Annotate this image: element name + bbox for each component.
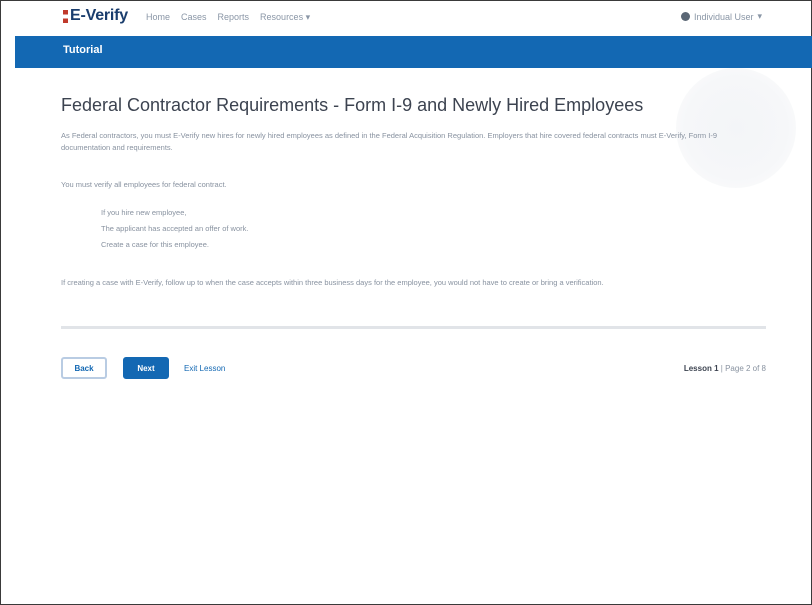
chevron-down-icon: ▾ — [757, 11, 762, 21]
requirement-paragraph: You must verify all employees for federa… — [61, 180, 227, 189]
back-button[interactable]: Back — [61, 357, 107, 379]
nav-item-resources-label: Resources — [260, 12, 304, 22]
user-menu-label: Individual User — [693, 11, 754, 22]
list-item: If you hire new employee, — [101, 208, 187, 217]
main-nav: Home Cases Reports Resources ▾ — [146, 12, 310, 23]
page-banner: Tutorial — [15, 36, 812, 68]
list-item: The applicant has accepted an offer of w… — [101, 224, 249, 233]
page-label: Page 2 of 8 — [725, 364, 766, 373]
seal-watermark — [676, 68, 796, 188]
page-title: Federal Contractor Requirements - Form I… — [61, 95, 644, 115]
banner-title: Tutorial — [63, 44, 103, 56]
logo-text: E-Verify — [70, 7, 128, 24]
user-menu[interactable]: Individual User ▾ — [680, 11, 762, 22]
list-item: Create a case for this employee. — [101, 240, 209, 249]
page-indicator: Lesson 1 | Page 2 of 8 — [684, 364, 766, 373]
next-button[interactable]: Next — [123, 357, 169, 379]
top-navigation: E-Verify Home Cases Reports Resources ▾ … — [0, 0, 812, 32]
divider — [61, 326, 766, 329]
nav-item-reports[interactable]: Reports — [218, 12, 250, 23]
nav-item-resources[interactable]: Resources ▾ — [260, 12, 310, 23]
exit-lesson-link[interactable]: Exit Lesson — [184, 364, 225, 373]
flag-icon — [63, 9, 68, 23]
lesson-label: Lesson 1 — [683, 364, 719, 373]
nav-item-home[interactable]: Home — [146, 12, 170, 23]
followup-paragraph: If creating a case with E-Verify, follow… — [61, 278, 604, 287]
intro-paragraph: As Federal contractors, you must E-Verif… — [61, 131, 717, 152]
condition-list: If you hire new employee, The applicant … — [101, 207, 248, 255]
user-icon — [680, 12, 690, 21]
everify-logo[interactable]: E-Verify — [63, 7, 128, 25]
chevron-down-icon: ▾ — [305, 12, 311, 22]
nav-item-cases[interactable]: Cases — [181, 12, 207, 23]
